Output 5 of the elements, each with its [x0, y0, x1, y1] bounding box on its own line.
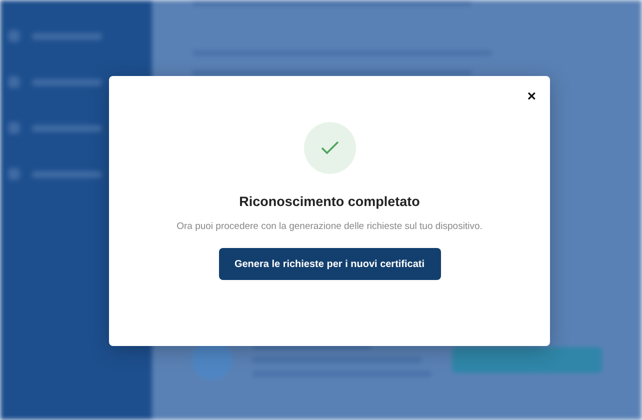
close-button[interactable]: × — [527, 89, 536, 104]
check-icon — [320, 141, 338, 155]
dialog-title: Riconoscimento completato — [239, 194, 420, 209]
dialog-message: Ora puoi procedere con la generazione delle richieste sul tuo dispositivo. — [176, 221, 482, 232]
generate-requests-button[interactable]: Genera le richieste per i nuovi certificati — [218, 248, 440, 280]
